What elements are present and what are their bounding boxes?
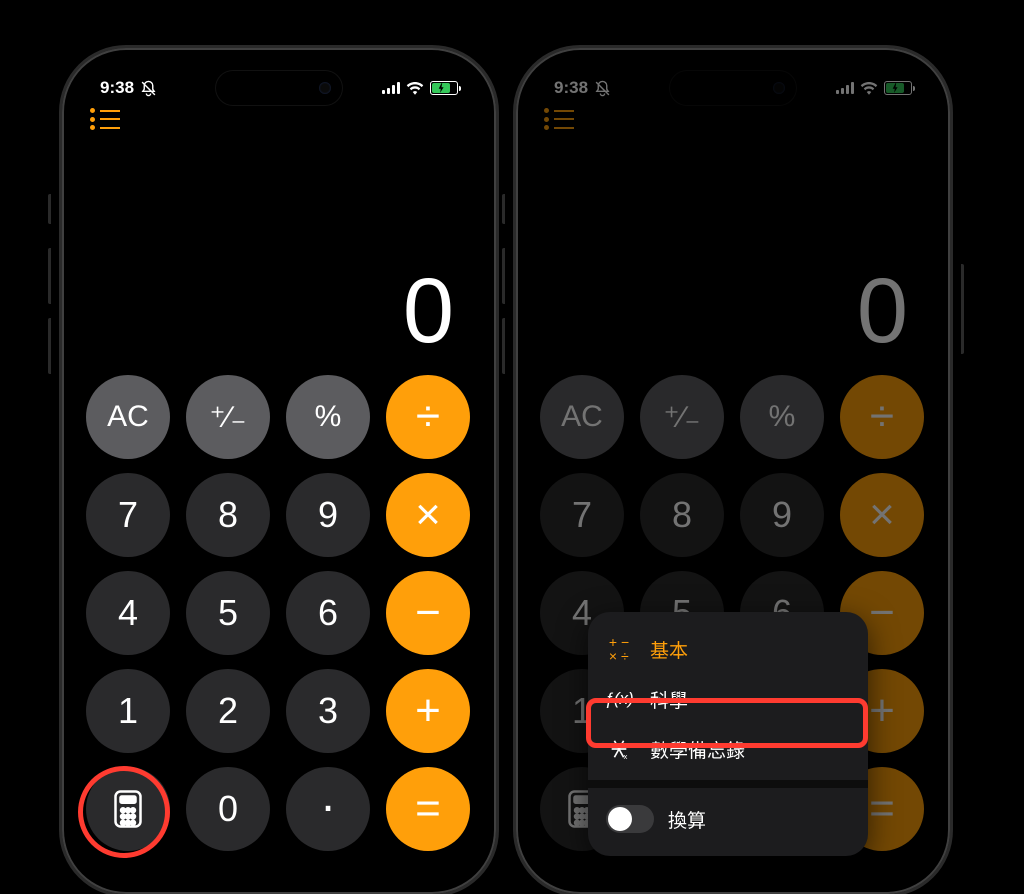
mode-mathnotes-label: 數學備忘錄: [650, 736, 745, 763]
iphone-left: 9:38 0 AC ⁺∕₋ %: [62, 48, 496, 894]
plus-button[interactable]: +: [386, 669, 470, 753]
mode-basic-label: 基本: [650, 636, 688, 663]
keypad: AC ⁺∕₋ % ÷ 7 8 9 × 4 5 6 − 1 2 3 +: [72, 375, 486, 884]
ac-button[interactable]: AC: [86, 375, 170, 459]
decimal-button[interactable]: .: [286, 767, 370, 851]
key-0[interactable]: 0: [186, 767, 270, 851]
key-2[interactable]: 2: [186, 669, 270, 753]
equals-button[interactable]: =: [386, 767, 470, 851]
multiply-button[interactable]: ×: [386, 473, 470, 557]
minus-button[interactable]: −: [386, 571, 470, 655]
mathnotes-icon: x: [606, 738, 632, 760]
history-icon[interactable]: [90, 108, 120, 130]
calculator-display: 0: [72, 130, 486, 375]
key-6[interactable]: 6: [286, 571, 370, 655]
mode-button[interactable]: [86, 767, 170, 851]
svg-text:x: x: [624, 752, 628, 760]
key-9[interactable]: 9: [286, 473, 370, 557]
display-value: 0: [403, 265, 454, 357]
convert-label: 換算: [668, 806, 706, 833]
key-1[interactable]: 1: [86, 669, 170, 753]
sign-button[interactable]: ⁺∕₋: [186, 375, 270, 459]
convert-toggle[interactable]: [606, 805, 654, 833]
mode-scientific-label: 科學: [650, 686, 688, 713]
basic-mode-icon: + −× ÷: [606, 635, 632, 663]
function-icon: ƒ(x): [606, 689, 632, 709]
key-4[interactable]: 4: [86, 571, 170, 655]
percent-button[interactable]: %: [286, 375, 370, 459]
divide-button[interactable]: ÷: [386, 375, 470, 459]
calculator-icon: [113, 790, 143, 828]
key-8[interactable]: 8: [186, 473, 270, 557]
convert-row[interactable]: 換算: [588, 794, 868, 844]
mode-scientific[interactable]: ƒ(x) 科學: [588, 674, 868, 724]
key-7[interactable]: 7: [86, 473, 170, 557]
key-5[interactable]: 5: [186, 571, 270, 655]
mode-mathnotes[interactable]: x 數學備忘錄: [588, 724, 868, 774]
mode-popover: + −× ÷ 基本 ƒ(x) 科學 x 數學備忘錄: [588, 612, 868, 856]
separator: [588, 780, 868, 788]
key-3[interactable]: 3: [286, 669, 370, 753]
iphone-right: 9:38 0 AC ⁺∕₋ %: [516, 48, 950, 894]
mode-basic[interactable]: + −× ÷ 基本: [588, 624, 868, 674]
